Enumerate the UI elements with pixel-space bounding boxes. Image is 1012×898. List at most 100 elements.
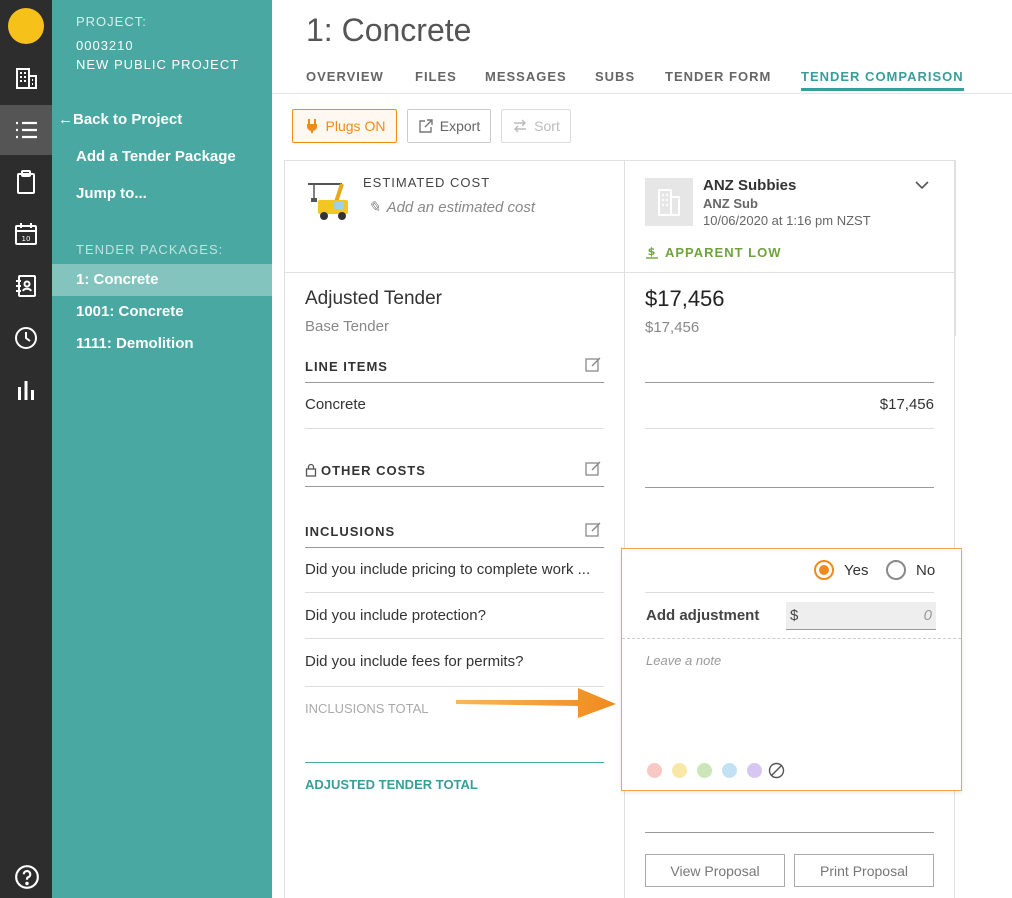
svg-text:10: 10 — [22, 235, 31, 243]
adjusted-tender-total-label: ADJUSTED TENDER TOTAL — [305, 777, 478, 792]
nav-projects[interactable] — [0, 53, 52, 103]
tender-packages-label: TENDER PACKAGES: — [76, 242, 224, 257]
row-line — [645, 592, 934, 593]
other-costs-divider-right — [645, 487, 934, 488]
estimated-cost-label: ESTIMATED COST — [363, 175, 491, 190]
print-proposal-button[interactable]: Print Proposal — [794, 854, 934, 887]
grid-right-blank — [955, 336, 1012, 898]
inclusions-header: INCLUSIONS — [305, 522, 604, 548]
color-swatch-yellow[interactable] — [672, 763, 687, 778]
address-book-icon — [16, 275, 36, 297]
icon-rail: 10 — [0, 0, 52, 898]
arrow-right-icon — [456, 688, 616, 718]
nav-clipboard[interactable] — [0, 157, 52, 207]
color-swatch-purple[interactable] — [747, 763, 762, 778]
row-line — [305, 428, 604, 429]
package-item-demolition[interactable]: 1111: Demolition — [52, 328, 272, 360]
row-line — [645, 428, 934, 429]
row-line — [305, 638, 604, 639]
help-icon[interactable] — [14, 864, 40, 890]
nav-history[interactable] — [0, 313, 52, 363]
plugs-toggle-button[interactable]: Plugs ON — [292, 109, 397, 143]
nav-calendar[interactable]: 10 — [0, 209, 52, 259]
tab-tender-form[interactable]: TENDER FORM — [665, 69, 771, 84]
popup-divider — [622, 638, 961, 639]
inclusions-total-label: INCLUSIONS TOTAL — [305, 701, 429, 716]
external-link-icon — [419, 119, 433, 133]
tab-subs[interactable]: SUBS — [595, 69, 635, 84]
edit-icon[interactable] — [584, 520, 602, 538]
tab-overview[interactable]: OVERVIEW — [306, 69, 384, 84]
base-tender-amount: $17,456 — [645, 319, 700, 336]
color-swatch-green[interactable] — [697, 763, 712, 778]
apparent-low-badge: $ APPARENT LOW — [645, 244, 781, 260]
inclusion-row-pricing: Did you include pricing to complete work… — [305, 561, 591, 578]
pencil-icon: ✎ — [368, 199, 381, 216]
row-line — [305, 592, 604, 593]
clock-icon — [15, 327, 37, 349]
edit-icon[interactable] — [584, 355, 602, 373]
actions-divider — [645, 832, 934, 833]
bar-chart-icon — [18, 381, 34, 400]
project-number: 0003210 — [76, 38, 134, 53]
calendar-icon: 10 — [15, 223, 37, 245]
building-icon — [16, 68, 37, 89]
company-logo[interactable] — [8, 8, 44, 44]
adjustment-value: 0 — [923, 607, 932, 624]
inclusion-adjustment-popup — [621, 548, 962, 791]
sort-arrows-icon — [514, 119, 527, 133]
yes-radio[interactable]: Yes — [814, 560, 868, 580]
adjusted-tender-label: Adjusted Tender — [305, 288, 442, 309]
grid-right-edge — [955, 160, 956, 336]
package-item-1001-concrete[interactable]: 1001: Concrete — [52, 296, 272, 328]
page-title: 1: Concrete — [306, 12, 472, 48]
currency-symbol: $ — [790, 607, 799, 624]
bid-date: 10/06/2020 at 1:16 pm NZST — [703, 213, 871, 228]
nav-tenders[interactable] — [0, 105, 52, 155]
export-label: Export — [439, 118, 481, 134]
jump-to-link[interactable]: Jump to... — [76, 185, 147, 202]
edit-icon[interactable] — [584, 459, 602, 477]
header-divider — [272, 93, 1012, 94]
adjusted-tender-amount: $17,456 — [645, 286, 725, 311]
project-label: PROJECT: — [76, 14, 147, 29]
row-divider — [284, 272, 955, 273]
radio-unselected-icon — [886, 560, 906, 580]
view-proposal-button[interactable]: View Proposal — [645, 854, 785, 887]
sort-label: Sort — [534, 118, 560, 134]
chevron-down-icon[interactable] — [914, 178, 930, 192]
package-item-concrete[interactable]: 1: Concrete — [52, 264, 272, 296]
nav-contacts[interactable] — [0, 261, 52, 311]
adjustment-input[interactable]: $ 0 — [786, 602, 936, 630]
other-costs-header: OTHER COSTS — [305, 461, 604, 487]
list-icon — [16, 121, 37, 139]
line-item-concrete-amount: $17,456 — [879, 396, 934, 413]
base-tender-label: Base Tender — [305, 318, 389, 335]
bidder-sub: ANZ Sub — [703, 196, 758, 211]
no-radio[interactable]: No — [886, 560, 935, 580]
lock-icon — [305, 463, 317, 477]
bidder-avatar — [645, 178, 693, 226]
sort-button[interactable]: Sort — [501, 109, 571, 143]
line-items-header: LINE ITEMS — [305, 357, 604, 383]
line-item-concrete: Concrete — [305, 396, 366, 413]
nav-reports[interactable] — [0, 365, 52, 415]
svg-text:$: $ — [648, 245, 657, 258]
inclusion-row-permits: Did you include fees for permits? — [305, 653, 524, 670]
tab-files[interactable]: FILES — [415, 69, 457, 84]
tab-tender-comparison[interactable]: TENDER COMPARISON — [801, 69, 964, 91]
line-items-divider-right — [645, 382, 934, 383]
note-textarea[interactable]: Leave a note — [646, 653, 721, 668]
export-button[interactable]: Export — [407, 109, 491, 143]
color-swatch-blue[interactable] — [722, 763, 737, 778]
project-sidebar: PROJECT: 0003210 NEW PUBLIC PROJECT ←Bac… — [52, 0, 272, 898]
back-to-project-link[interactable]: ←Back to Project — [58, 111, 182, 128]
tab-messages[interactable]: MESSAGES — [485, 69, 567, 84]
building-placeholder-icon — [658, 189, 680, 216]
color-swatch-red[interactable] — [647, 763, 662, 778]
add-estimated-cost-link[interactable]: ✎ Add an estimated cost — [368, 198, 535, 217]
add-tender-package-link[interactable]: Add a Tender Package — [76, 148, 236, 165]
add-adjustment-label: Add adjustment — [646, 607, 760, 624]
plug-icon — [306, 119, 317, 133]
no-color-icon[interactable] — [768, 762, 785, 779]
